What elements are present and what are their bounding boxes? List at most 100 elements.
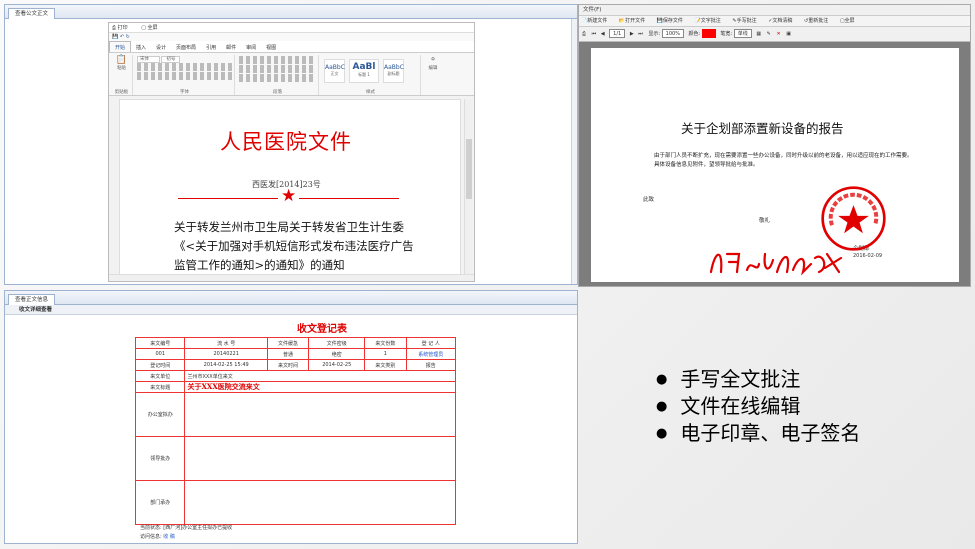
tab-strip: 查看正文信息 [5,291,577,305]
clean-document-button[interactable]: ✓文档清稿 [768,18,797,24]
table-cell: 20140221 [184,348,268,360]
btn-label: 保存文件 [662,18,683,24]
ribbon: 📋 粘贴 剪贴板 宋体 初号 字体 段落 AaBbC 正文 AaBl 标题 1 Aa… [109,52,474,96]
font-size-select[interactable]: 初号 [161,56,181,63]
editing-group: ⚬ 编辑 [423,55,443,95]
style-sample: AaBbC [384,64,404,71]
tab-view-document[interactable]: 查看公文正文 [8,8,56,19]
annotation-toolbar: 📄新建文件 📂打开文件 💾保存文件 📝文字批注 ✎手写批注 ✓文档清稿 ↺重新批… [579,16,970,27]
status-line: 当前状态: [西厂河]办公室主任拟办已提收 [140,524,232,531]
word-toolbar: ⎙ 打印 ▢ 全屏 [109,23,474,33]
font-name-select[interactable]: 宋体 [137,56,160,63]
next-page-icon[interactable]: ▶ [630,31,634,37]
btn-label: 文档清稿 [772,18,793,24]
red-star-icon: ★ [281,186,297,206]
pen-icon[interactable]: ✎ [767,31,771,37]
spacing-buttons[interactable] [239,74,316,82]
binoculars-icon[interactable]: ⚬ [423,55,443,65]
last-page-icon[interactable]: ⏭ [638,31,643,37]
fullscreen-button[interactable]: ▢全屏 [840,18,860,24]
open-file-button[interactable]: 📂打开文件 [619,18,650,24]
redo-icon[interactable]: ↻ [126,34,130,40]
paste-icon[interactable]: 📋 [111,55,132,65]
save-icon[interactable]: 💾 [112,34,118,40]
first-page-icon[interactable]: ⏮ [592,31,597,37]
grid-icon[interactable]: ▦ [756,31,761,37]
font-color-buttons[interactable] [137,72,232,80]
table-header: 登 记 人 [405,337,456,349]
pen-width-select[interactable]: 单线 [733,29,752,38]
style-name: 标题 1 [358,72,370,77]
table-header: 文件密级 [308,337,366,349]
opinion-field[interactable] [184,436,456,481]
registrar-link[interactable]: 系统管理员 [405,348,456,360]
tab-view-info[interactable]: 查看正文信息 [8,294,56,305]
style-name: 正文 [330,71,339,76]
style-normal[interactable]: AaBbC 正文 [324,59,345,83]
print-label: 打印 [117,25,128,31]
navigation-bar: ⎙ ⏮ ◀ 1/1 ▶ ⏭ 显示: 100% 颜色: 笔宽: 单线 ▦ ✎ ✕ … [579,27,970,42]
document-page[interactable]: 人民医院文件 西医发[2014]23号 ★ 关于转发兰州市卫生局关于转发省卫生计… [119,99,461,277]
registration-table: 来文编号流 水 号文件缓急 文件密级 来文份数登 记 人 001 20140221 普通… [134,337,456,525]
report-title: 关于企划部添置新设备的报告 [681,121,844,136]
font-format-buttons[interactable] [137,63,232,71]
text-annotation-button[interactable]: 📝文字批注 [695,18,726,24]
table-cell: 报告 [405,359,456,371]
access-label: 访问信息: [140,534,162,540]
zoom-select[interactable]: 100% [661,29,684,38]
table-cell: 2014-02-25 [308,359,366,371]
undo-icon[interactable]: ↶ [120,34,124,40]
greeting: 此致 [643,197,655,203]
align-buttons[interactable] [239,65,316,73]
list-buttons[interactable] [239,56,316,64]
print-icon[interactable]: ⎙ [582,31,586,37]
table-cell: 1 [364,348,407,360]
pdf-page[interactable]: 关于企划部添置新设备的报告 由于部门人员不断扩充，现在需要添置一些办公设备，同时… [591,48,959,282]
feature-item: 电子印章、电子签名 [656,420,860,447]
table-header: 来文单位 [134,370,186,382]
print-button[interactable]: ⎙ 打印 [112,25,134,31]
font-label: 字体 [180,90,189,95]
access-link[interactable]: 收 稿 [163,534,175,540]
fullscreen-label: 全屏 [147,25,158,31]
status-label: 当前状态: [140,525,162,531]
clipboard-group: 📋 粘贴 剪贴板 [111,55,133,95]
opinion-field[interactable] [184,480,456,525]
report-body: 由于部门人员不断扩充，现在需要添置一些办公设备，同时升级以前的老设备，用以适应现… [643,152,913,170]
image-icon[interactable]: ▣ [786,31,791,37]
scroll-thumb[interactable] [466,139,472,199]
access-line: 访问信息: 收 稿 [140,533,175,540]
outer-scrollbar[interactable] [571,19,577,284]
document-view: 关于企划部添置新设备的报告 由于部门人员不断扩充，现在需要添置一些办公设备，同时… [579,42,970,286]
prev-page-icon[interactable]: ◀ [601,31,605,37]
table-header: 来文类别 [364,359,407,371]
menu-bar: 文件(F) [579,5,970,16]
opinion-field[interactable] [184,392,456,437]
style-sample: AaBl [352,62,376,72]
page-select[interactable]: 1/1 [609,29,626,38]
save-file-button[interactable]: 💾保存文件 [657,18,688,24]
reannotate-button[interactable]: ↺重新批注 [804,18,833,24]
btn-label: 新建文件 [587,18,608,24]
color-swatch[interactable] [701,29,716,38]
table-header: 办公室拟办 [134,392,186,437]
style-subtitle[interactable]: AaBbC 副标题 [383,59,404,83]
vertical-scrollbar[interactable] [464,99,472,277]
menu-file[interactable]: 文件(F) [583,7,601,13]
horizontal-scrollbar[interactable] [109,274,474,281]
paragraph-group: 段落 [237,55,319,95]
delete-icon[interactable]: ✕ [776,31,780,37]
btn-label: 重新批注 [808,18,829,24]
ribbon-tabs: 开始 插入 设计 页面布局 引用 邮件 审阅 视图 [109,41,474,53]
table-header: 领导批办 [134,436,186,481]
table-header: 流 水 号 [184,337,268,349]
btn-label: 全屏 [844,18,855,24]
style-sample: AaBbC [325,64,345,71]
new-file-button[interactable]: 📄新建文件 [581,18,612,24]
btn-label: 打开文件 [625,18,646,24]
handwrite-annotation-button[interactable]: ✎手写批注 [732,18,761,24]
word-editor-pane: 查看公文正文 ⎙ 打印 ▢ 全屏 💾 ↶ ↻ 开始 插入 设计 页面布局 引用 邮件 审阅视… [4,4,578,285]
style-heading1[interactable]: AaBl 标题 1 [349,59,379,83]
fullscreen-button[interactable]: ▢ 全屏 [141,25,163,31]
status-value: [西厂河]办公室主任拟办已提收 [163,525,233,531]
